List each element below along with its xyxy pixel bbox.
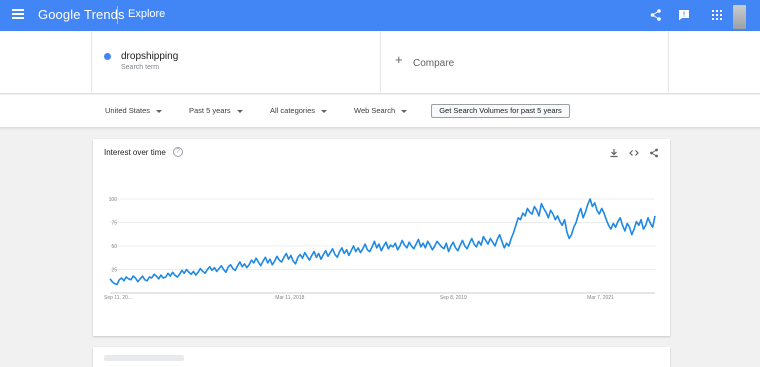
search-term-chip[interactable]: dropshipping Search term: [91, 31, 381, 94]
explore-title: Explore: [128, 8, 166, 20]
x-tick-label: Sep 8, 2019: [440, 295, 467, 301]
chevron-down-icon: [321, 109, 328, 113]
y-axis-labels: 25 50 75 100: [109, 197, 118, 273]
term-color-dot: [104, 53, 111, 60]
header-divider: [117, 6, 118, 24]
filter-bar: United States Past 5 years All categorie…: [0, 95, 760, 128]
search-term-bar: dropshipping Search term + Compare: [0, 31, 760, 94]
time-range-dropdown[interactable]: Past 5 years: [189, 106, 243, 115]
y-tick-label: 100: [109, 197, 118, 203]
google-trends-logo[interactable]: Google Trends: [38, 7, 125, 22]
top-app-bar: Google Trends Explore: [0, 0, 760, 31]
y-tick-label: 75: [111, 220, 117, 226]
chevron-down-icon: [236, 109, 243, 113]
logo-google: Google: [38, 7, 81, 22]
region-dropdown[interactable]: United States: [105, 106, 163, 115]
apps-icon[interactable]: [710, 8, 724, 22]
property-dropdown[interactable]: Web Search: [354, 106, 408, 115]
term-type: Search term: [121, 64, 160, 71]
search-volume-button[interactable]: Get Search Volumes for past 5 years: [431, 104, 570, 118]
next-card-title-placeholder: [104, 355, 184, 361]
time-label: Past 5 years: [189, 106, 231, 115]
x-tick-label: Sep 11, 20...: [104, 295, 132, 301]
region-label: United States: [105, 106, 151, 115]
y-tick-label: 25: [111, 267, 117, 273]
feedback-icon[interactable]: [677, 8, 691, 22]
chart-gridlines: [110, 198, 655, 294]
logo-trends: Trends: [84, 7, 125, 22]
next-card: [93, 347, 670, 367]
interest-line-chart: 25 50 75 100 Sep 11, 20... Mar 11, 2018 Sep 8…: [104, 197, 656, 301]
account-avatar[interactable]: [733, 5, 746, 29]
x-axis-labels: Sep 11, 20... Mar 11, 2018 Sep 8, 2019 Mar …: [104, 295, 614, 301]
x-tick-label: Mar 7, 2021: [587, 295, 614, 301]
series-line-dropshipping: [109, 198, 656, 286]
chevron-down-icon: [401, 109, 408, 113]
x-tick-label: Mar 11, 2018: [275, 295, 304, 301]
chevron-down-icon: [156, 109, 163, 113]
category-label: All categories: [270, 106, 316, 115]
property-label: Web Search: [354, 106, 396, 115]
y-tick-label: 50: [111, 244, 117, 250]
category-dropdown[interactable]: All categories: [270, 106, 328, 115]
compare-input[interactable]: + Compare: [381, 31, 669, 94]
share-icon[interactable]: [649, 8, 663, 22]
compare-label: Compare: [413, 58, 455, 69]
term-name: dropshipping: [121, 51, 179, 62]
plus-icon: +: [395, 52, 403, 67]
menu-icon[interactable]: [12, 9, 24, 21]
